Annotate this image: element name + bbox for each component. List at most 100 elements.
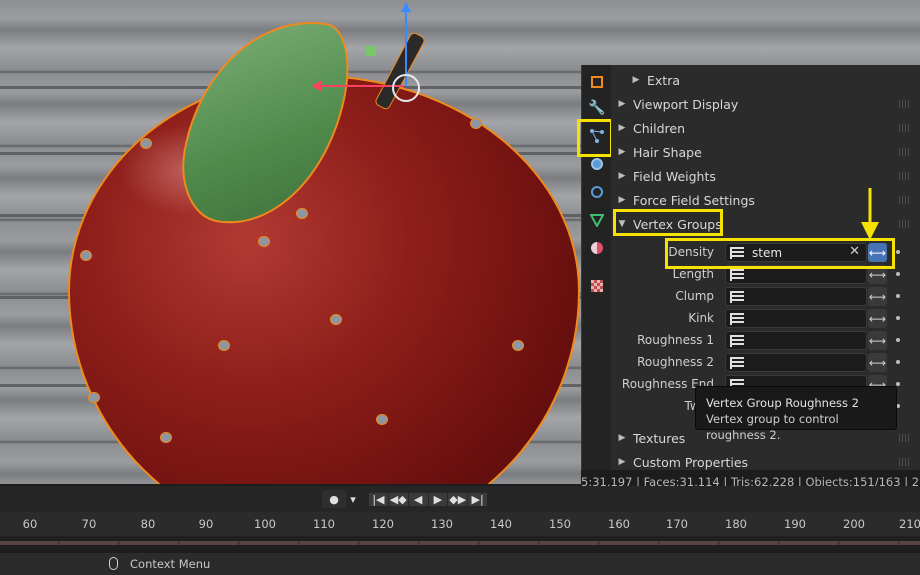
modifier-properties-tab[interactable]: 🔧 xyxy=(586,97,608,119)
animate-dot-icon[interactable] xyxy=(896,360,900,364)
frame-tick: 200 xyxy=(843,517,865,531)
apple-spot xyxy=(376,414,388,425)
object-properties-tab[interactable] xyxy=(586,71,608,93)
constraint-properties-tab[interactable] xyxy=(586,181,608,203)
mouse-right-click-icon xyxy=(109,557,118,570)
field-label: Length xyxy=(672,267,714,281)
animate-dot-icon[interactable] xyxy=(896,316,900,320)
apple-spot xyxy=(140,138,152,149)
record-keyframe-button[interactable]: ● xyxy=(322,490,346,508)
chevron-right-icon: ▶ xyxy=(618,171,626,181)
invert-roughness2-toggle[interactable]: ⟷ xyxy=(868,353,887,372)
animate-dot-icon[interactable] xyxy=(896,250,900,254)
frame-tick: 150 xyxy=(549,517,571,531)
wrench-icon: 🔧 xyxy=(588,100,606,116)
play-reverse-button[interactable]: ◀ xyxy=(408,492,428,506)
drag-grip-icon[interactable] xyxy=(899,172,909,180)
section-label: Textures xyxy=(633,430,686,446)
field-label: Roughness 2 xyxy=(637,355,714,369)
apple-spot xyxy=(80,250,92,261)
section-hair-shape[interactable]: ▶ Hair Shape xyxy=(611,140,911,164)
vertex-group-icon xyxy=(730,290,744,303)
section-label: Field Weights xyxy=(633,168,716,184)
mesh-data-icon xyxy=(590,214,604,227)
vertex-group-roughness2-field[interactable] xyxy=(725,353,867,372)
vertex-group-kink-row: Kink ⟷ xyxy=(611,308,920,330)
material-icon xyxy=(591,242,603,254)
data-properties-tab[interactable] xyxy=(586,209,608,231)
vertex-group-clump-field[interactable] xyxy=(725,287,867,306)
texture-icon xyxy=(591,280,603,292)
frame-tick: 70 xyxy=(81,517,97,531)
invert-clump-toggle[interactable]: ⟷ xyxy=(868,287,887,306)
drag-grip-icon[interactable] xyxy=(899,148,909,156)
chevron-right-icon: ▶ xyxy=(618,123,626,133)
frame-tick: 80 xyxy=(140,517,156,531)
section-field-weights[interactable]: ▶ Field Weights xyxy=(611,164,911,188)
frame-tick: 170 xyxy=(666,517,688,531)
chevron-right-icon: ▶ xyxy=(632,75,640,85)
chevron-right-icon: ▶ xyxy=(618,457,626,467)
gizmo-z-arrow-icon[interactable] xyxy=(401,2,411,12)
apple-spot xyxy=(160,432,172,443)
status-bar: Context Menu xyxy=(0,553,920,575)
chevron-right-icon: ▶ xyxy=(618,433,626,443)
chevron-right-icon: ▶ xyxy=(618,195,626,205)
invert-kink-toggle[interactable]: ⟷ xyxy=(868,309,887,328)
drag-grip-icon[interactable] xyxy=(899,100,909,108)
gizmo-x-arrow-icon[interactable] xyxy=(312,80,322,92)
drag-grip-icon[interactable] xyxy=(899,458,909,466)
timeline-range-strip xyxy=(0,541,920,545)
drag-grip-icon[interactable] xyxy=(899,196,909,204)
animate-dot-icon[interactable] xyxy=(896,272,900,276)
vertex-group-kink-field[interactable] xyxy=(725,309,867,328)
section-extra[interactable]: ▶ Extra xyxy=(611,68,911,92)
drag-grip-icon[interactable] xyxy=(899,434,909,442)
apple-spot xyxy=(470,118,482,129)
vertex-group-icon xyxy=(730,356,744,369)
tooltip: Vertex Group Roughness 2 Vertex group to… xyxy=(695,386,897,442)
keying-dropdown[interactable]: ▾ xyxy=(346,490,360,508)
section-children[interactable]: ▶ Children xyxy=(611,116,911,140)
annotation-arrow-icon xyxy=(861,188,879,240)
jump-end-button[interactable]: ▶| xyxy=(468,492,487,506)
next-keyframe-button[interactable]: ◆▶ xyxy=(448,492,468,506)
density-row-highlight xyxy=(665,238,895,269)
vertex-group-clump-row: Clump ⟷ xyxy=(611,286,920,308)
drag-grip-icon[interactable] xyxy=(899,124,909,132)
section-label: Force Field Settings xyxy=(633,192,755,208)
chevron-right-icon: ▶ xyxy=(618,99,626,109)
apple-spot xyxy=(296,208,308,219)
gizmo-x-axis[interactable] xyxy=(318,85,403,87)
animate-dot-icon[interactable] xyxy=(896,338,900,342)
section-label: Hair Shape xyxy=(633,144,702,160)
animate-dot-icon[interactable] xyxy=(896,382,900,386)
material-properties-tab[interactable] xyxy=(586,237,608,259)
tooltip-description: Vertex group to control roughness 2. xyxy=(706,412,839,442)
texture-properties-tab[interactable] xyxy=(586,275,608,297)
play-button[interactable]: ▶ xyxy=(428,492,448,506)
apple-spot xyxy=(258,236,270,247)
frame-tick: 130 xyxy=(431,517,453,531)
animate-dot-icon[interactable] xyxy=(896,294,900,298)
invert-roughness1-toggle[interactable]: ⟷ xyxy=(868,331,887,350)
frame-tick: 100 xyxy=(254,517,276,531)
vertex-group-icon xyxy=(730,312,744,325)
vertex-group-roughness1-field[interactable] xyxy=(725,331,867,350)
frame-tick: 160 xyxy=(608,517,630,531)
jump-start-button[interactable]: |◀ xyxy=(369,492,388,506)
prev-keyframe-button[interactable]: ◀◆ xyxy=(388,492,408,506)
gizmo-plane-handle[interactable] xyxy=(366,46,376,56)
frame-tick: 60 xyxy=(22,517,38,531)
drag-grip-icon[interactable] xyxy=(899,220,909,228)
field-label: Roughness 1 xyxy=(637,333,714,347)
gizmo-center-ring[interactable] xyxy=(392,74,420,102)
apple-spot xyxy=(88,392,100,403)
frame-tick: 90 xyxy=(198,517,214,531)
apple-spot xyxy=(512,340,524,351)
timeline-ruler[interactable]: 60 70 80 90 100 110 120 130 140 150 160 … xyxy=(0,512,920,536)
section-label: Children xyxy=(633,120,686,136)
vertex-group-roughness2-row: Roughness 2 ⟷ xyxy=(611,352,920,374)
object-icon xyxy=(591,76,603,88)
section-viewport-display[interactable]: ▶ Viewport Display xyxy=(611,92,911,116)
